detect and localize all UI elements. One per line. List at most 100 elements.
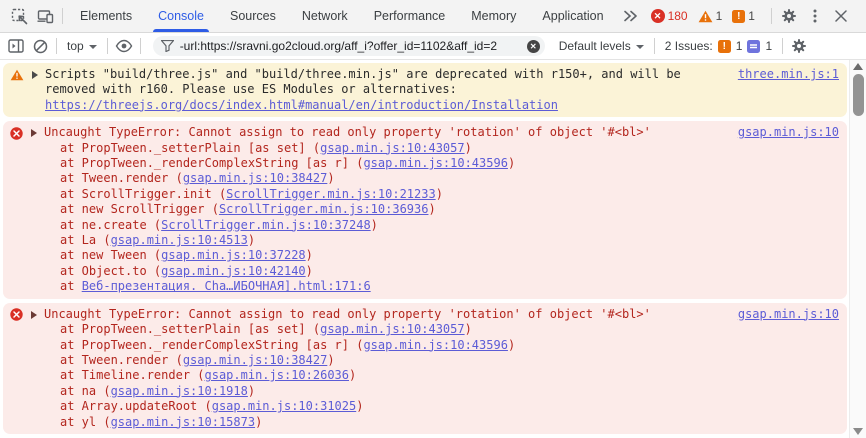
stack-frame-link[interactable]: gsap.min.js:10:43596: [363, 338, 508, 352]
stack-frame-link[interactable]: ScrollTrigger.min.js:10:36936: [219, 202, 429, 216]
tab-application[interactable]: Application: [529, 0, 616, 32]
stack-frame: at new ScrollTrigger (ScrollTrigger.min.…: [44, 202, 720, 217]
stack-frame: at ne.create (ScrollTrigger.min.js:10:37…: [44, 218, 720, 233]
stack-frame-link[interactable]: gsap.min.js:10:26036: [205, 368, 350, 382]
expand-triangle-icon[interactable]: [31, 311, 37, 319]
error-message-text: Uncaught TypeError: Cannot assign to rea…: [44, 307, 720, 322]
stack-frame-link[interactable]: gsap.min.js:10:1918: [111, 384, 248, 398]
console-error-message: Uncaught TypeError: Cannot assign to rea…: [3, 303, 847, 434]
scroll-up-icon[interactable]: [853, 63, 863, 70]
issue-count-badge[interactable]: ! 1: [732, 9, 755, 23]
console-settings-gear-icon[interactable]: [787, 34, 811, 58]
tab-console[interactable]: Console: [145, 0, 217, 32]
stack-frame-link[interactable]: gsap.min.js:10:43057: [320, 322, 465, 336]
stack-frame-link[interactable]: ScrollTrigger.min.js:10:21233: [226, 187, 436, 201]
settings-gear-icon[interactable]: [776, 3, 802, 29]
stack-frame-link[interactable]: gsap.min.js:10:31025: [212, 399, 357, 413]
message-bubble-icon: [747, 40, 760, 53]
execution-context-selector[interactable]: top: [61, 39, 103, 53]
tab-network[interactable]: Network: [289, 0, 361, 32]
source-link[interactable]: gsap.min.js:10: [738, 307, 839, 322]
stack-frame: at na (gsap.min.js:10:1918): [44, 384, 720, 399]
stack-frame: at La (gsap.min.js:10:4513): [44, 233, 720, 248]
inspect-element-icon[interactable]: [6, 3, 32, 29]
devtools-window: Elements Console Sources Network Perform…: [0, 0, 866, 438]
tab-sources[interactable]: Sources: [217, 0, 289, 32]
status-counts: ✕ 180 1 ! 1: [651, 9, 761, 23]
stack-frame: at PropTween._renderComplexString [as r]…: [44, 156, 720, 171]
chevron-down-icon: [89, 45, 97, 49]
issue-icon: !: [718, 40, 731, 53]
stack-frame: at Tween.render (gsap.min.js:10:38427): [44, 353, 720, 368]
stack-frame-link[interactable]: gsap.min.js:10:37228: [161, 248, 306, 262]
device-toolbar-icon[interactable]: [32, 3, 58, 29]
divider: [782, 38, 783, 54]
filter-input[interactable]: [180, 39, 527, 53]
stack-frame-link[interactable]: gsap.min.js:10:38427: [183, 171, 328, 185]
divider: [56, 38, 57, 54]
stack-frame-link[interactable]: gsap.min.js:10:43596: [363, 156, 508, 170]
tab-memory[interactable]: Memory: [458, 0, 529, 32]
scrollbar-thumb[interactable]: [853, 74, 864, 116]
error-icon: [10, 127, 23, 140]
more-tabs-icon[interactable]: [617, 3, 643, 29]
console-toolbar: top ✕ Default levels 2 Issues: ! 1: [0, 33, 866, 60]
devtools-tabbar: Elements Console Sources Network Perform…: [0, 0, 866, 33]
panel-tabs: Elements Console Sources Network Perform…: [67, 0, 617, 32]
console-sidebar-toggle-icon[interactable]: [4, 34, 28, 58]
source-link[interactable]: gsap.min.js:10: [738, 125, 839, 140]
issue-icon: !: [732, 10, 745, 23]
warning-icon: [698, 10, 713, 23]
stack-frame-link[interactable]: gsap.min.js:10:4513: [111, 233, 248, 247]
console-error-message: Uncaught TypeError: Cannot assign to rea…: [3, 121, 847, 298]
error-icon: ✕: [651, 9, 665, 23]
stack-frame: at Tween.render (gsap.min.js:10:38427): [44, 171, 720, 186]
stack-frame-link[interactable]: gsap.min.js:10:15873: [111, 415, 256, 429]
stack-frame: at PropTween._setterPlain [as set] (gsap…: [44, 322, 720, 337]
expand-triangle-icon[interactable]: [31, 129, 37, 137]
scroll-down-icon[interactable]: [853, 428, 863, 435]
stack-frame-link[interactable]: gsap.min.js:10:42140: [161, 264, 306, 278]
issues-counter[interactable]: 2 Issues: ! 1 1: [659, 39, 778, 53]
stack-frame: at Веб-презентация. Cha…ИБОЧНАЯ].html:17…: [44, 279, 720, 294]
stack-frame-link[interactable]: Веб-презентация. Cha…ИБОЧНАЯ].html:171:6: [82, 279, 371, 293]
error-message-text: Uncaught TypeError: Cannot assign to rea…: [44, 125, 720, 140]
clear-filter-icon[interactable]: ✕: [527, 40, 540, 53]
tab-elements[interactable]: Elements: [67, 0, 145, 32]
stack-frame: at yl (gsap.min.js:10:15873): [44, 415, 720, 430]
chevron-down-icon: [636, 45, 644, 49]
stack-frame: at PropTween._renderComplexString [as r]…: [44, 338, 720, 353]
kebab-menu-icon[interactable]: [802, 3, 828, 29]
stack-frame: at ScrollTrigger.init (ScrollTrigger.min…: [44, 187, 720, 202]
divider: [107, 38, 108, 54]
stack-frame: at Object.to (gsap.min.js:10:42140): [44, 264, 720, 279]
divider: [771, 8, 772, 24]
console-messages: Scripts "build/three.js" and "build/thre…: [0, 60, 849, 438]
stack-frame: at Array.updateRoot (gsap.min.js:10:3102…: [44, 399, 720, 414]
log-levels-selector[interactable]: Default levels: [553, 39, 650, 53]
console-scrollbar[interactable]: [849, 60, 866, 438]
console-filter-field[interactable]: ✕: [153, 36, 545, 56]
console-body: Scripts "build/three.js" and "build/thre…: [0, 60, 866, 438]
divider: [140, 38, 141, 54]
source-link[interactable]: three.min.js:1: [738, 67, 839, 82]
error-icon: [10, 308, 23, 321]
tab-performance[interactable]: Performance: [361, 0, 459, 32]
error-count-badge[interactable]: ✕ 180: [651, 9, 688, 23]
clear-console-icon[interactable]: [28, 34, 52, 58]
warning-doc-link[interactable]: https://threejs.org/docs/index.html#manu…: [45, 98, 558, 112]
stack-frame-link[interactable]: ScrollTrigger.min.js:10:37248: [161, 218, 371, 232]
close-icon[interactable]: [828, 3, 854, 29]
expand-triangle-icon[interactable]: [32, 71, 38, 79]
stack-frame-link[interactable]: gsap.min.js:10:38427: [183, 353, 328, 367]
warning-count-badge[interactable]: 1: [698, 9, 723, 23]
console-warning-message: Scripts "build/three.js" and "build/thre…: [3, 63, 847, 117]
warning-text: Scripts "build/three.js" and "build/thre…: [45, 67, 720, 113]
warning-icon: [10, 69, 24, 81]
stack-frame: at PropTween._setterPlain [as set] (gsap…: [44, 141, 720, 156]
stack-frame: at new Tween (gsap.min.js:10:37228): [44, 248, 720, 263]
divider: [62, 8, 63, 24]
divider: [654, 38, 655, 54]
stack-frame-link[interactable]: gsap.min.js:10:43057: [320, 141, 465, 155]
live-expression-eye-icon[interactable]: [112, 34, 136, 58]
